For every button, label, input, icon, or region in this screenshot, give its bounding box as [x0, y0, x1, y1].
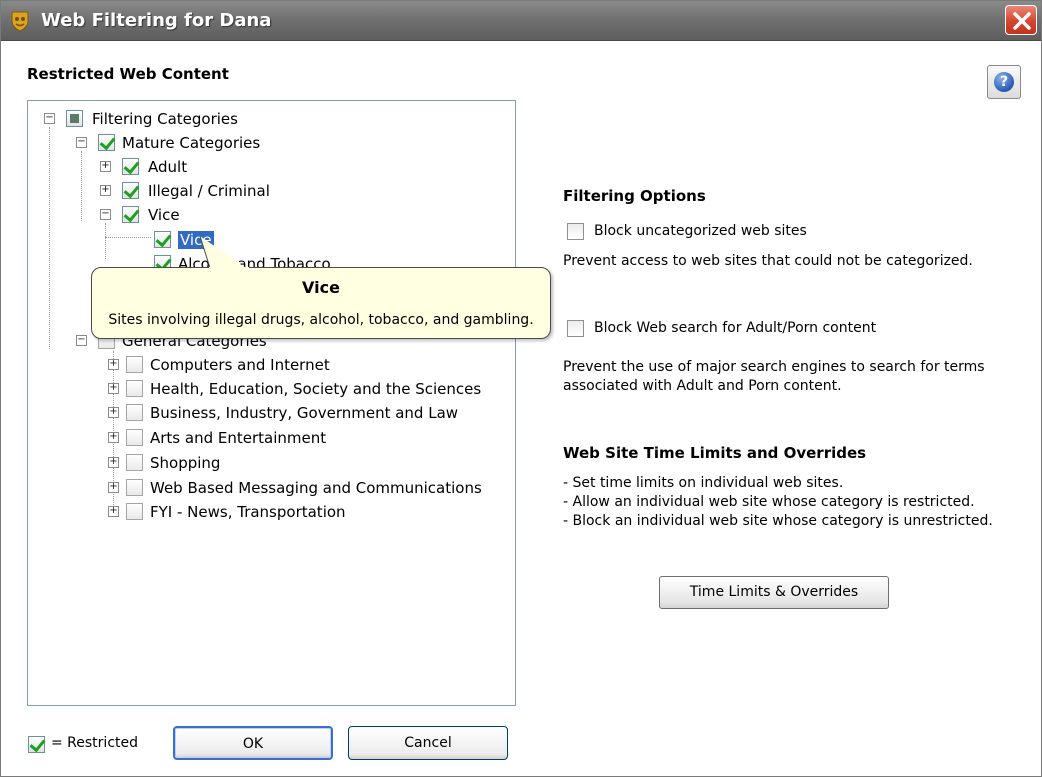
tree-item-label: Web Based Messaging and Communications [150, 479, 482, 497]
category-tree[interactable]: − Filtering Categories − Mature Categori… [27, 100, 516, 706]
block-search-label: Block Web search for Adult/Porn content [594, 320, 877, 336]
expand-toggle[interactable]: + [108, 383, 119, 394]
shield-mask-icon [11, 11, 29, 32]
expand-toggle[interactable]: + [108, 359, 119, 370]
tree-checkbox[interactable] [126, 503, 143, 520]
time-limits-heading: Web Site Time Limits and Overrides [563, 444, 867, 462]
tree-checkbox[interactable] [126, 429, 143, 446]
tree-item-label: Illegal / Criminal [148, 182, 270, 200]
tree-checkbox[interactable] [154, 231, 171, 248]
tooltip-body: Sites involving illegal drugs, alcohol, … [108, 312, 534, 328]
ok-button[interactable]: OK [173, 726, 333, 760]
expand-toggle[interactable]: + [100, 161, 111, 172]
tree-checkbox[interactable] [126, 479, 143, 496]
cancel-button[interactable]: Cancel [348, 726, 508, 760]
restricted-legend-label: = Restricted [51, 735, 139, 751]
tooltip-title: Vice [302, 278, 340, 297]
tree-item-label: Mature Categories [122, 134, 261, 152]
category-tooltip: Vice Sites involving illegal drugs, alco… [91, 267, 551, 339]
block-search-checkbox[interactable] [567, 320, 584, 337]
tree-checkbox[interactable] [66, 110, 83, 127]
tree-guide-line [105, 237, 151, 238]
tree-item-label: Health, Education, Society and the Scien… [150, 380, 482, 398]
expand-toggle[interactable]: + [100, 185, 111, 196]
tree-item-label: Vice [148, 206, 180, 224]
expand-toggle[interactable]: + [108, 506, 119, 517]
tree-checkbox[interactable] [126, 356, 143, 373]
tree-item-label: Computers and Internet [150, 356, 330, 374]
restricted-web-content-heading: Restricted Web Content [27, 65, 229, 83]
tree-checkbox[interactable] [98, 134, 115, 151]
tree-checkbox[interactable] [122, 158, 139, 175]
tree-item-label: Shopping [150, 454, 221, 472]
tree-checkbox[interactable] [126, 404, 143, 421]
tree-checkbox[interactable] [122, 206, 139, 223]
block-uncategorized-description: Prevent access to web sites that could n… [563, 253, 973, 269]
expand-toggle[interactable]: + [108, 407, 119, 418]
collapse-toggle[interactable]: − [76, 335, 87, 346]
expand-toggle[interactable]: + [108, 482, 119, 493]
collapse-toggle[interactable]: − [100, 209, 111, 220]
time-limits-overrides-button[interactable]: Time Limits & Overrides [659, 576, 889, 609]
filtering-options-heading: Filtering Options [563, 187, 706, 205]
tree-item-label: Filtering Categories [92, 110, 238, 128]
tree-guide-line [81, 151, 82, 221]
tree-checkbox[interactable] [122, 182, 139, 199]
collapse-toggle[interactable]: − [44, 113, 55, 124]
time-limits-line: - Set time limits on individual web site… [563, 475, 844, 491]
close-button[interactable] [1005, 5, 1037, 35]
window-title: Web Filtering for Dana [41, 10, 272, 31]
tree-guide-line [105, 223, 106, 259]
time-limits-line: - Block an individual web site whose cat… [563, 513, 993, 529]
tree-item-label: Arts and Entertainment [150, 429, 327, 447]
tree-guide-line [49, 127, 50, 349]
tooltip-pointer-icon [199, 236, 249, 270]
block-search-description-line1: Prevent the use of major search engines … [563, 359, 985, 375]
help-icon: ? [994, 72, 1014, 92]
tree-item-label: Business, Industry, Government and Law [150, 404, 459, 422]
time-limits-line: - Allow an individual web site whose cat… [563, 494, 975, 510]
tree-checkbox[interactable] [126, 380, 143, 397]
tree-item-label: FYI - News, Transportation [150, 503, 346, 521]
block-uncategorized-label: Block uncategorized web sites [594, 223, 807, 239]
collapse-toggle[interactable]: − [76, 137, 87, 148]
tree-item-label: Adult [148, 158, 188, 176]
block-search-description-line2: associated with Adult and Porn content. [563, 378, 842, 394]
restricted-legend-checkmark-icon [28, 736, 45, 753]
expand-toggle[interactable]: + [108, 432, 119, 443]
tree-checkbox[interactable] [126, 454, 143, 471]
help-button[interactable]: ? [987, 65, 1021, 99]
web-filtering-dialog: Web Filtering for Dana Restricted Web Co… [0, 0, 1042, 777]
block-uncategorized-checkbox[interactable] [567, 223, 584, 240]
expand-toggle[interactable]: + [108, 457, 119, 468]
title-bar[interactable]: Web Filtering for Dana [1, 1, 1041, 41]
close-icon [1013, 12, 1031, 30]
